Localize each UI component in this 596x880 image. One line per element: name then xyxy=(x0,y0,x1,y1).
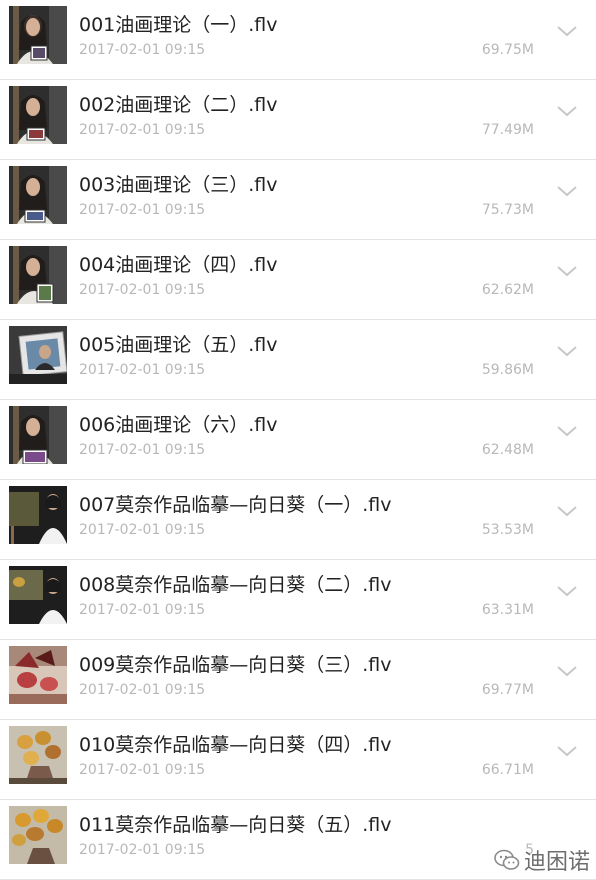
file-date: 2017-02-01 09:15 xyxy=(79,762,206,778)
file-row[interactable]: 007莫奈作品临摹—向日葵（一）.flv 2017-02-01 09:15 53… xyxy=(0,480,596,560)
chevron-down-icon[interactable] xyxy=(556,344,578,358)
chevron-down-icon[interactable] xyxy=(556,264,578,278)
file-row[interactable]: 002油画理论（二）.flv 2017-02-01 09:15 77.49M xyxy=(0,80,596,160)
file-name: 004油画理论（四）.flv xyxy=(79,254,278,276)
chevron-down-icon[interactable] xyxy=(556,24,578,38)
chevron-down-icon[interactable] xyxy=(556,424,578,438)
file-name: 006油画理论（六）.flv xyxy=(79,414,278,436)
file-row[interactable]: 006油画理论（六）.flv 2017-02-01 09:15 62.48M xyxy=(0,400,596,480)
chevron-down-icon[interactable] xyxy=(556,744,578,758)
file-date: 2017-02-01 09:15 xyxy=(79,602,206,618)
file-row[interactable]: 003油画理论（三）.flv 2017-02-01 09:15 75.73M xyxy=(0,160,596,240)
file-name: 005油画理论（五）.flv xyxy=(79,334,278,356)
file-row[interactable]: 004油画理论（四）.flv 2017-02-01 09:15 62.62M xyxy=(0,240,596,320)
chevron-down-icon[interactable] xyxy=(556,504,578,518)
file-name: 003油画理论（三）.flv xyxy=(79,174,278,196)
watermark-text: 迪困诺 xyxy=(523,850,590,875)
file-row[interactable]: 010莫奈作品临摹—向日葵（四）.flv 2017-02-01 09:15 66… xyxy=(0,720,596,800)
video-thumbnail xyxy=(9,166,67,224)
file-date: 2017-02-01 09:15 xyxy=(79,202,206,218)
wechat-icon xyxy=(494,849,520,870)
file-size: 62.62M xyxy=(481,282,534,298)
video-thumbnail xyxy=(9,806,67,864)
video-thumbnail xyxy=(9,646,67,704)
file-date: 2017-02-01 09:15 xyxy=(79,282,206,298)
file-row[interactable]: 005油画理论（五）.flv 2017-02-01 09:15 59.86M xyxy=(0,320,596,400)
file-size: 75.73M xyxy=(481,202,534,218)
file-row[interactable]: 001油画理论（一）.flv 2017-02-01 09:15 69.75M xyxy=(0,0,596,80)
file-name: 011莫奈作品临摹—向日葵（五）.flv xyxy=(79,814,392,836)
video-thumbnail xyxy=(9,566,67,624)
video-thumbnail xyxy=(9,86,67,144)
file-row[interactable]: 008莫奈作品临摹—向日葵（二）.flv 2017-02-01 09:15 63… xyxy=(0,560,596,640)
file-name: 008莫奈作品临摹—向日葵（二）.flv xyxy=(79,574,392,596)
video-thumbnail xyxy=(9,726,67,784)
file-name: 007莫奈作品临摹—向日葵（一）.flv xyxy=(79,494,392,516)
file-date: 2017-02-01 09:15 xyxy=(79,442,206,458)
file-date: 2017-02-01 09:15 xyxy=(79,122,206,138)
watermark: 迪困诺 xyxy=(494,844,590,876)
chevron-down-icon[interactable] xyxy=(556,184,578,198)
file-size: 69.75M xyxy=(481,42,534,58)
file-size: 59.86M xyxy=(481,362,534,378)
file-size: 77.49M xyxy=(481,122,534,138)
file-list: 001油画理论（一）.flv 2017-02-01 09:15 69.75M 0… xyxy=(0,0,596,880)
file-date: 2017-02-01 09:15 xyxy=(79,842,206,858)
file-size: 53.53M xyxy=(481,522,534,538)
video-thumbnail xyxy=(9,246,67,304)
file-name: 009莫奈作品临摹—向日葵（三）.flv xyxy=(79,654,392,676)
file-date: 2017-02-01 09:15 xyxy=(79,362,206,378)
video-thumbnail xyxy=(9,486,67,544)
file-date: 2017-02-01 09:15 xyxy=(79,522,206,538)
file-size: 69.77M xyxy=(481,682,534,698)
file-name: 002油画理论（二）.flv xyxy=(79,94,278,116)
chevron-down-icon[interactable] xyxy=(556,104,578,118)
file-name: 010莫奈作品临摹—向日葵（四）.flv xyxy=(79,734,392,756)
video-thumbnail xyxy=(9,6,67,64)
file-size: 63.31M xyxy=(481,602,534,618)
file-date: 2017-02-01 09:15 xyxy=(79,42,206,58)
chevron-down-icon[interactable] xyxy=(556,584,578,598)
file-size: 62.48M xyxy=(481,442,534,458)
video-thumbnail xyxy=(9,326,67,384)
file-size: 66.71M xyxy=(481,762,534,778)
chevron-down-icon[interactable] xyxy=(556,664,578,678)
file-date: 2017-02-01 09:15 xyxy=(79,682,206,698)
file-name: 001油画理论（一）.flv xyxy=(79,14,278,36)
file-row[interactable]: 011莫奈作品临摹—向日葵（五）.flv 2017-02-01 09:15 5 … xyxy=(0,800,596,880)
file-row[interactable]: 009莫奈作品临摹—向日葵（三）.flv 2017-02-01 09:15 69… xyxy=(0,640,596,720)
video-thumbnail xyxy=(9,406,67,464)
